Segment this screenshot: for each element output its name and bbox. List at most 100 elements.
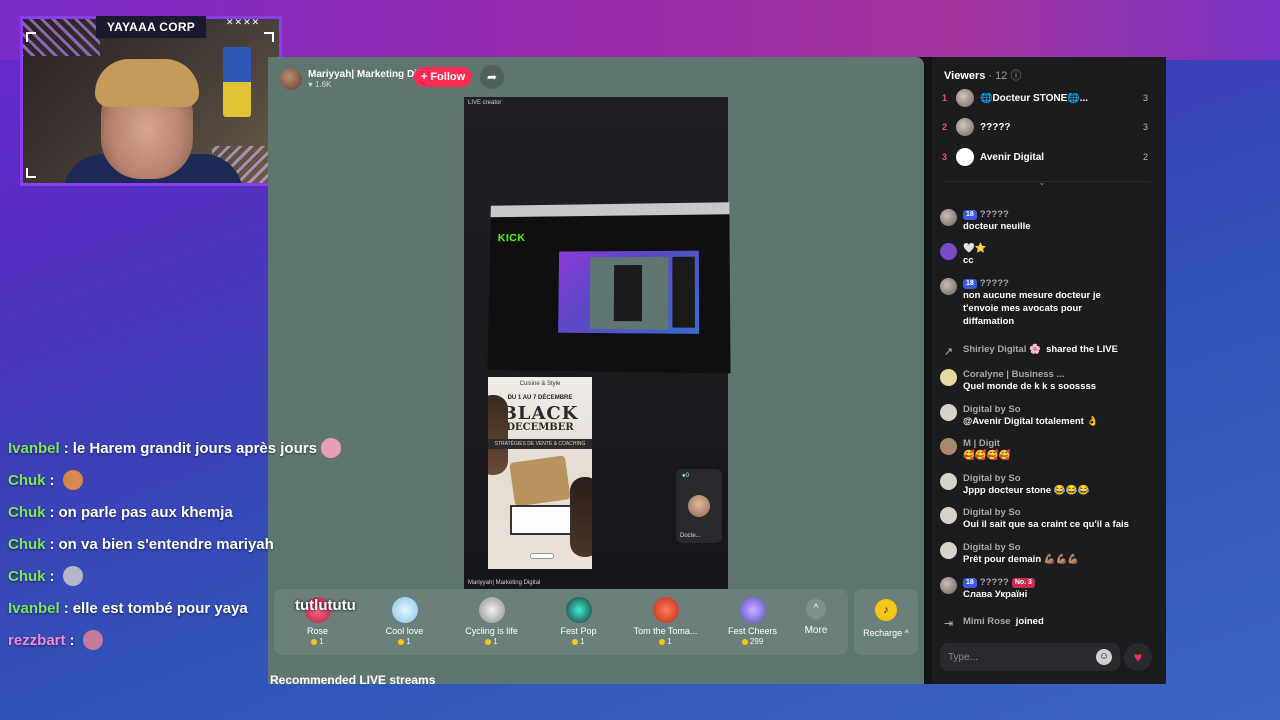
corner-bracket-icon: [264, 32, 274, 42]
emote-icon: [62, 470, 83, 490]
overlay-chat-user: Ivanbel: [8, 599, 60, 617]
flag-decoration: [223, 47, 251, 117]
viewer-row[interactable]: 2 ????? 3: [942, 116, 1148, 138]
host-avatar[interactable]: [280, 68, 302, 90]
info-icon[interactable]: ⓘ: [1010, 70, 1021, 82]
message-user[interactable]: 18?????: [963, 209, 1031, 220]
overlay-chat-text: on parle pas aux khemja: [58, 503, 233, 521]
coin-icon: [659, 638, 666, 645]
coin-icon: [485, 638, 492, 645]
viewer-rank: 2: [942, 122, 948, 132]
viewer-rank: 1: [942, 93, 948, 103]
guest-avatar: [688, 495, 710, 517]
gift-item-cycling[interactable]: Cycling is life 1: [448, 589, 535, 646]
share-icon: ↗: [943, 346, 954, 358]
message-user[interactable]: Digital by So: [963, 404, 1098, 415]
gift-name: Rose: [306, 626, 328, 636]
chevron-up-icon: ^: [806, 599, 826, 619]
live-stage: Mariyyah| Marketing Di... ♥ 1.6K + Follo…: [268, 57, 924, 687]
chat-input[interactable]: [948, 651, 1096, 663]
live-page: Mariyyah| Marketing Di... ♥ 1.6K + Follo…: [268, 57, 1166, 687]
user-name: ?????: [979, 577, 1009, 588]
user-avatar: [940, 542, 957, 559]
separator: :: [49, 503, 55, 521]
chat-input-box[interactable]: ☺: [940, 643, 1120, 671]
recharge-button[interactable]: ♪ Recharge ^: [854, 589, 918, 655]
video-bottom-label: Mariyyah| Marketing Digital: [468, 580, 541, 586]
chat-message: 🤍⭐ cc: [940, 243, 1158, 267]
host-info: Mariyyah| Marketing Di... ♥ 1.6K: [308, 69, 425, 89]
gift-item-tomato[interactable]: Tom the Toma... 1: [622, 589, 709, 646]
flyer-band: STRATÉGIES DE VENTE & COACHING: [488, 439, 592, 449]
message-user[interactable]: 18????? No. 3: [963, 577, 1035, 588]
event-action: shared the LIVE: [1046, 344, 1118, 355]
message-text: Quel monde de k k s soossss: [963, 381, 1097, 392]
gift-name: Tom the Toma...: [633, 626, 698, 636]
coin-icon: [398, 638, 405, 645]
fest-pop-gift-icon: [565, 597, 592, 623]
message-text: Oui il sait que sa craint ce qu'il a fai…: [963, 519, 1129, 530]
fest-cheers-gift-icon: [739, 597, 766, 623]
viewer-row[interactable]: 1 🌐Docteur STONE🌐... 3: [942, 87, 1148, 109]
video-top-label: LIVE creator: [468, 100, 502, 106]
webcam-title: YAYAAA CORP: [96, 16, 206, 38]
message-text: @Avenir Digital totalement 👌: [963, 416, 1099, 427]
chat-message: 18????? non aucune mesure docteur je t'e…: [940, 278, 1158, 328]
message-user[interactable]: M | Digit: [963, 438, 1010, 449]
separator: :: [63, 439, 69, 457]
message-user[interactable]: 🤍⭐: [963, 243, 987, 254]
dots-decoration-icon: ✕✕✕✕: [226, 17, 261, 27]
user-avatar: [940, 404, 957, 421]
chevron-down-icon[interactable]: ⌄: [1038, 177, 1046, 188]
user-avatar: [940, 507, 957, 524]
viewer-avatar: [956, 89, 974, 107]
gift-price-value: 299: [749, 637, 764, 646]
chat-event-share: ↗ Shirley Digital 🌸 shared the LIVE: [940, 344, 1158, 361]
follow-button[interactable]: + Follow: [414, 67, 472, 87]
viewer-count: 3: [1142, 93, 1148, 103]
recommended-heading: Recommended LIVE streams: [270, 673, 436, 687]
chat-message: Digital by So Jppp docteur stone 😂😂😂: [940, 473, 1158, 497]
user-name: ?????: [979, 278, 1009, 289]
user-avatar: [940, 577, 957, 594]
gift-name: Cycling is life: [465, 626, 518, 636]
corner-bracket-icon: [26, 168, 36, 178]
overlay-chat-text: elle est tombé pour yaya: [72, 599, 248, 617]
user-avatar: [940, 438, 957, 455]
event-user[interactable]: Mimi Rose: [963, 616, 1011, 627]
viewers-header[interactable]: Viewers · 12 ⓘ: [944, 67, 1021, 83]
guest-label: Docte...: [680, 533, 701, 539]
gift-price: 1: [659, 637, 672, 646]
viewer-count: 2: [1142, 152, 1148, 162]
overlay-text: tutlututu: [295, 597, 356, 614]
separator: :: [69, 631, 75, 649]
black-december-flyer: Cuisine & Style DU 1 AU 7 DÉCEMBRE BLACK…: [488, 377, 592, 569]
message-body: 18????? non aucune mesure docteur je t'e…: [963, 278, 1113, 328]
message-body: Coralyne | Business ... Quel monde de k …: [963, 369, 1096, 393]
event-user[interactable]: Shirley Digital 🌸: [963, 344, 1041, 355]
rank-badge: No. 3: [1011, 577, 1035, 588]
message-user[interactable]: Coralyne | Business ...: [963, 369, 1096, 380]
like-heart-button[interactable]: ♥: [1124, 643, 1152, 671]
share-arrow-icon[interactable]: ➦: [480, 65, 504, 89]
viewer-row[interactable]: 3 Avenir Digital 2: [942, 146, 1148, 168]
separator: :: [49, 535, 55, 553]
viewer-rank: 3: [942, 152, 948, 162]
live-video[interactable]: LIVE creator KICK Cuisine & Style DU 1 A…: [464, 97, 731, 589]
more-gifts-button[interactable]: ^ More: [796, 589, 836, 636]
message-user[interactable]: Digital by So: [963, 507, 1129, 518]
event-text: Mimi Rose joined: [963, 616, 1044, 633]
overlay-chat-line: Chuk:: [8, 468, 83, 492]
message-user[interactable]: 18?????: [963, 278, 1113, 289]
streamer-hair: [95, 59, 199, 107]
message-user[interactable]: Digital by So: [963, 542, 1079, 553]
message-user[interactable]: Digital by So: [963, 473, 1089, 484]
gift-item-cool-love[interactable]: Cool love 1: [361, 589, 448, 646]
guest-tile[interactable]: ●0 Docte...: [676, 469, 722, 543]
coin-icon: [572, 638, 579, 645]
host-name[interactable]: Mariyyah| Marketing Di...: [308, 69, 425, 80]
chat-message: Coralyne | Business ... Quel monde de k …: [940, 369, 1158, 393]
gift-item-fest-cheers[interactable]: Fest Cheers 299: [709, 589, 796, 646]
emoji-icon[interactable]: ☺: [1096, 649, 1112, 665]
gift-item-fest-pop[interactable]: Fest Pop 1: [535, 589, 622, 646]
